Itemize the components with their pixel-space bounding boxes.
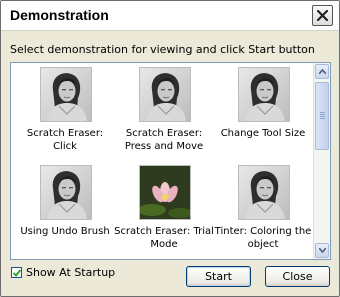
checkmark-icon <box>13 269 21 277</box>
portrait-photo-icon <box>239 68 289 121</box>
show-at-startup-label: Show At Startup <box>26 266 116 279</box>
portrait-photo-icon <box>41 166 91 219</box>
demo-thumbnail <box>139 67 191 122</box>
lotus-flower-icon <box>140 166 190 219</box>
portrait-photo-icon <box>239 166 289 219</box>
title-bar: Demonstration <box>1 1 339 31</box>
chevron-down-icon <box>319 248 326 253</box>
chevron-up-icon <box>319 69 326 74</box>
instruction-text: Select demonstration for viewing and cli… <box>10 43 315 56</box>
demo-label: Change Tool Size <box>220 128 306 139</box>
demo-label: Tinter: Coloring the object <box>214 226 312 250</box>
vertical-scrollbar[interactable] <box>313 63 330 259</box>
window-title: Demonstration <box>10 7 109 23</box>
demo-label: Scratch Eraser: Click <box>26 128 104 152</box>
grip-line <box>320 112 325 113</box>
close-button[interactable]: Close <box>265 266 330 287</box>
show-at-startup-checkbox[interactable] <box>11 267 22 278</box>
demo-label: Scratch Eraser: Trial Mode <box>114 226 214 250</box>
demo-grid: Scratch Eraser: Click Scratch Eraser: Pre… <box>11 63 314 259</box>
demonstration-dialog: Demonstration Select demonstration for v… <box>0 0 340 297</box>
grip-line <box>320 116 325 117</box>
demo-thumbnail <box>238 165 290 220</box>
grip-line <box>320 118 325 119</box>
portrait-photo-icon <box>140 68 190 121</box>
portrait-photo-icon <box>41 68 91 121</box>
demo-thumbnail <box>238 67 290 122</box>
close-icon <box>317 10 328 21</box>
scroll-down-button[interactable] <box>315 243 329 258</box>
demo-thumbnail <box>139 165 191 220</box>
demo-thumbnail <box>40 165 92 220</box>
scroll-up-button[interactable] <box>315 64 329 79</box>
scroll-thumb[interactable] <box>315 82 329 150</box>
demo-label: Using Undo Brush <box>20 226 110 237</box>
demo-list[interactable]: Scratch Eraser: Click Scratch Eraser: Pre… <box>10 62 331 260</box>
start-button[interactable]: Start <box>186 266 251 287</box>
window-close-button[interactable] <box>312 5 333 26</box>
demo-label: Scratch Eraser: Press and Move <box>124 128 204 152</box>
grip-line <box>320 114 325 115</box>
demo-thumbnail <box>40 67 92 122</box>
